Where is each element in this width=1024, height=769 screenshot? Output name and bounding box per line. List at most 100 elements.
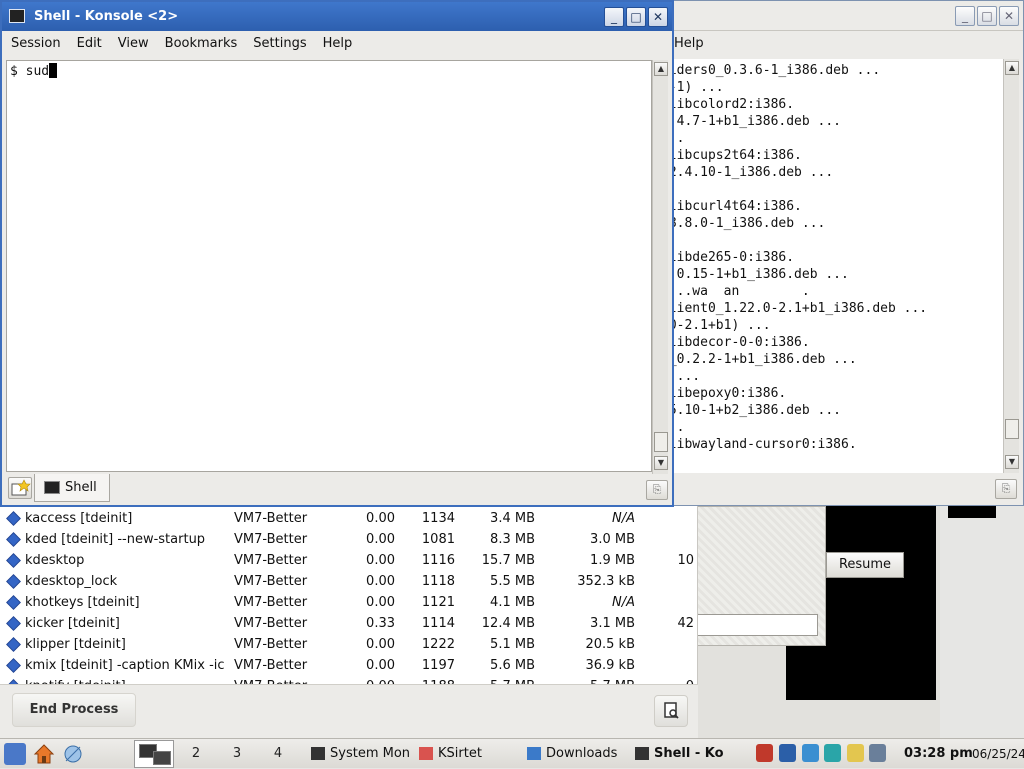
network-manager-icon[interactable] (869, 744, 886, 762)
terminal-scrollbar[interactable]: ▲ ▼ (652, 60, 668, 474)
menu-settings[interactable]: Settings (253, 31, 306, 57)
close-session-icon[interactable]: ⎘ (646, 480, 668, 500)
process-table[interactable]: kaccess [tdeinit] VM7-Better 0.00 1134 3.4 M… (0, 508, 698, 684)
terminal-line: libde265-0:i386. (661, 250, 795, 265)
konsole-window[interactable]: Shell - Konsole <2> _ □ ✕ Session Edit Vie… (0, 0, 674, 507)
process-user-cell: VM7-Better (234, 574, 308, 589)
table-row[interactable]: kdesktop VM7-Better 0.00 1116 15.7 MB 1.9 MB 1… (0, 550, 698, 571)
process-name-cell: knotify [tdeinit] (25, 676, 230, 684)
menu-bookmarks[interactable]: Bookmarks (165, 31, 238, 57)
scroll-down-icon[interactable]: ▼ (654, 456, 668, 470)
scroll-up-icon[interactable]: ▲ (1005, 61, 1019, 75)
maximize-icon[interactable]: □ (977, 6, 997, 26)
bluetooth-icon[interactable] (802, 744, 819, 762)
end-process-button[interactable]: End Process (12, 693, 136, 727)
close-icon[interactable]: ✕ (648, 7, 668, 27)
table-row[interactable]: khotkeys [tdeinit] VM7-Better 0.00 1121 4.1 … (0, 592, 698, 613)
new-session-button[interactable] (8, 477, 32, 499)
table-row[interactable]: kded [tdeinit] --new-startup VM7-Better 0.… (0, 529, 698, 550)
maximize-icon[interactable]: □ (626, 7, 646, 27)
resume-button[interactable]: Resume (826, 552, 904, 578)
taskbar-task-3[interactable]: Downloads (524, 742, 630, 766)
home-icon[interactable] (33, 743, 55, 765)
new-tab-icon (11, 479, 31, 496)
system-monitor-window[interactable]: kaccess [tdeinit] VM7-Better 0.00 1134 3.4 M… (0, 506, 698, 738)
table-row[interactable]: kdesktop_lock VM7-Better 0.00 1118 5.5 MB 352… (0, 571, 698, 592)
process-icon (6, 616, 21, 631)
process-name-cell: kdesktop (25, 553, 85, 568)
date[interactable]: 06/25/24 (972, 739, 1024, 769)
display-icon[interactable] (779, 744, 796, 762)
taskbar-task-1[interactable]: System Mon (308, 742, 414, 766)
taskbar-task-label: Downloads (546, 746, 618, 761)
terminal-line: .0-2.1+b1) ... (661, 318, 771, 333)
terminal-line: 0_0.2.2-1+b1_i386.deb ... (661, 352, 857, 367)
desktop-pager-4[interactable]: 4 (258, 741, 298, 767)
clock[interactable]: 03:28 pm (904, 739, 973, 769)
desktop-pager-3[interactable]: 3 (217, 741, 257, 767)
scrollbar-thumb[interactable] (654, 432, 668, 452)
terminal-area[interactable]: $ sud (6, 60, 652, 472)
menu-session[interactable]: Session (11, 31, 61, 57)
process-shared-cell: 36.9 kB (585, 658, 635, 673)
menu-edit[interactable]: Edit (77, 31, 102, 57)
close-session-icon[interactable]: ⎘ (995, 479, 1017, 499)
volume-icon[interactable] (824, 744, 841, 762)
terminal-line: ... (661, 130, 1003, 147)
background-window-titlebar[interactable]: _ □ ✕ (661, 1, 1023, 31)
taskbar-task-2[interactable]: KSirtet (416, 742, 520, 766)
desktop-pager-1[interactable] (134, 740, 174, 768)
background-terminal-scrollbar[interactable]: ▲ ▼ (1003, 59, 1019, 473)
taskbar-task-4[interactable]: Shell - Ko (632, 742, 750, 766)
scroll-down-icon[interactable]: ▼ (1005, 455, 1019, 469)
terminal-icon (635, 747, 649, 760)
window-title: Shell - Konsole <2> (34, 9, 179, 24)
ksirtet-window[interactable]: Resume (696, 506, 996, 738)
konsole-tabbar: Shell ⎘ (2, 474, 672, 505)
terminal-line: _2.4.10-1_i386.deb ... (661, 165, 834, 180)
tab-shell[interactable]: Shell (34, 474, 110, 502)
desktop-pager-2[interactable]: 2 (176, 741, 216, 767)
tde-menu-icon[interactable] (4, 743, 26, 765)
terminal-line: libepoxy0:i386. (661, 386, 787, 401)
background-terminal-output[interactable]: viders0_0.3.6-1_i386.deb ... 6-1) ... lib… (661, 59, 1003, 473)
process-mem-cell: 15.7 MB (481, 553, 535, 568)
clipboard-icon[interactable] (847, 744, 864, 762)
menu-help[interactable]: Help (323, 31, 353, 57)
menu-help[interactable]: Help (674, 36, 704, 51)
process-name-cell: kicker [tdeinit] (25, 616, 120, 631)
process-icon (6, 637, 21, 652)
network-icon[interactable] (62, 743, 84, 765)
process-user-cell: VM7-Better (234, 658, 308, 673)
process-pid-cell: 1197 (421, 658, 455, 673)
minimize-icon[interactable]: _ (604, 7, 624, 27)
update-notifier-icon[interactable] (756, 744, 773, 762)
process-properties-button[interactable] (654, 695, 688, 727)
background-konsole-window[interactable]: _ □ ✕ Help viders0_0.3.6-1_i386.deb ... 6… (660, 0, 1024, 506)
text-cursor (49, 63, 58, 78)
konsole-menubar: Session Edit View Bookmarks Settings Help (2, 31, 672, 57)
terminal-line: .. (661, 181, 1003, 198)
menu-view[interactable]: View (118, 31, 149, 57)
konsole-titlebar[interactable]: Shell - Konsole <2> _ □ ✕ (2, 2, 672, 31)
minimize-icon[interactable]: _ (955, 6, 975, 26)
table-row[interactable]: klipper [tdeinit] VM7-Better 0.00 1222 5.1 M… (0, 634, 698, 655)
scrollbar-thumb[interactable] (1005, 419, 1019, 439)
close-icon[interactable]: ✕ (999, 6, 1019, 26)
process-pid-cell: 1114 (421, 616, 455, 631)
terminal-line: libcolord2:i386. (661, 97, 795, 112)
terminal-line: _8.8.0-1_i386.deb ... (661, 216, 826, 231)
process-mem-cell: 12.4 MB (481, 616, 535, 631)
process-cpu-cell: 0.00 (366, 553, 395, 568)
table-row[interactable]: knotify [tdeinit] VM7-Better0.00 1188 5.7 M… (0, 676, 698, 684)
table-row[interactable]: kaccess [tdeinit] VM7-Better 0.00 1134 3.4 M… (0, 508, 698, 529)
background-tabbar: ⎘ (661, 473, 1023, 505)
konsole-app-icon[interactable] (9, 9, 25, 23)
scroll-up-icon[interactable]: ▲ (654, 62, 668, 76)
terminal-line: 6-1) ... (661, 80, 724, 95)
table-row[interactable]: kmix [tdeinit] -caption KMix -ic VM7-Bett… (0, 655, 698, 676)
document-search-icon (664, 702, 679, 719)
table-row[interactable]: kicker [tdeinit] VM7-Better 0.33 1114 12.4 M… (0, 613, 698, 634)
process-pid-cell: 1116 (421, 553, 455, 568)
ksirtet-text-field[interactable] (696, 614, 818, 636)
